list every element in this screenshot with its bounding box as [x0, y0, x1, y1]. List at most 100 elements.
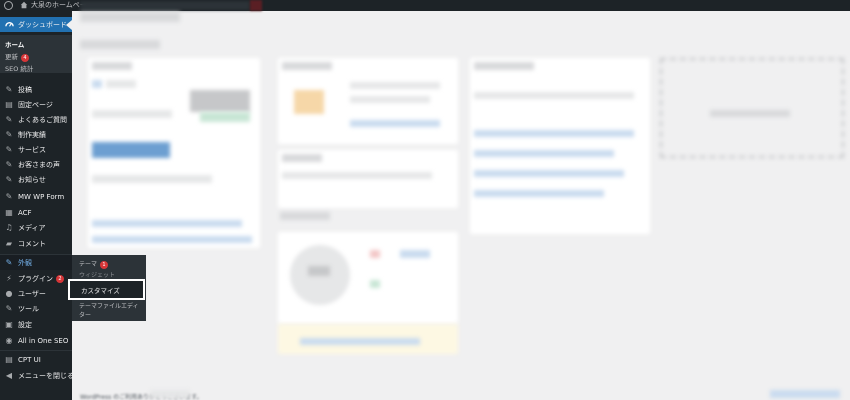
sidebar-item-users[interactable]: ● ユーザー: [0, 286, 72, 301]
blurred-chart: [308, 266, 330, 276]
blurred-link: [474, 150, 614, 157]
admin-bar: 大泉のホームペー: [0, 0, 850, 11]
pin-icon: ✎: [5, 130, 13, 139]
sidebar-item-label: All in One SEO: [18, 336, 69, 345]
blurred-text: [350, 82, 440, 89]
blurred-title: [280, 212, 330, 220]
sidebar-item-label: よくあるご質問: [18, 115, 67, 124]
sidebar-item-label: プラグイン: [18, 274, 53, 283]
sidebar-item-faq[interactable]: ✎ よくあるご質問: [0, 112, 72, 127]
sidebar-item-label: ダッシュボード: [18, 20, 67, 29]
sidebar-item-all-in-one-seo[interactable]: ◉ All in One SEO: [0, 333, 72, 348]
submenu-seo-stats[interactable]: SEO 統計: [5, 63, 33, 73]
flyout-item-label: カスタマイズ: [81, 287, 120, 295]
sidebar-item-label: 外観: [18, 258, 32, 267]
brush-icon: ✎: [5, 258, 13, 267]
seo-icon: ◉: [5, 336, 13, 345]
sidebar-item-label: お知らせ: [18, 175, 46, 184]
pin-icon: ✎: [5, 160, 13, 169]
site-name-link[interactable]: 大泉のホームペー: [31, 0, 87, 11]
flyout-item-label: ター: [79, 312, 92, 319]
blurred-image: [190, 90, 250, 112]
sidebar-item-label: コメント: [18, 239, 46, 248]
submenu-updates[interactable]: 更新 4: [5, 51, 29, 62]
sidebar-item-comments[interactable]: ▰ コメント: [0, 236, 72, 251]
pin-icon: ✎: [5, 192, 13, 201]
sidebar-item-collapse-menu[interactable]: ◀ メニューを閉じる: [0, 368, 74, 383]
sidebar-item-label: サービス: [18, 145, 46, 154]
blurred-text: [350, 96, 430, 103]
sidebar-item-cpt-ui[interactable]: ▤ CPT UI: [0, 352, 72, 367]
blurred-text: [474, 92, 634, 99]
flyout-item-theme-editor[interactable]: テーマファイルエディ ター: [79, 302, 139, 320]
blurred-link: [350, 120, 440, 127]
dashboard-icon: [4, 20, 14, 30]
blurred-link: [474, 130, 634, 137]
sidebar-item-acf[interactable]: ▦ ACF: [0, 205, 72, 220]
comment-icon: ▰: [5, 239, 13, 248]
pin-icon: ✎: [5, 175, 13, 184]
blurred-text: [282, 154, 322, 162]
sidebar-item-pages[interactable]: ▤ 固定ページ: [0, 97, 72, 112]
sidebar-item-label: ツール: [18, 304, 39, 313]
admin-bar-blurred-area: [80, 1, 250, 10]
flyout-item-themes[interactable]: テーマ 1: [79, 260, 109, 269]
sidebar-item-label: 制作実績: [18, 130, 46, 139]
page-icon: ▤: [5, 100, 13, 109]
sidebar-item-media[interactable]: ♫ メディア: [0, 220, 72, 235]
submenu-home[interactable]: ホーム: [5, 39, 24, 49]
widget-panel: [470, 58, 650, 234]
sidebar-item-news[interactable]: ✎ お知らせ: [0, 172, 72, 187]
sidebar-item-appearance[interactable]: ✎ 外観: [0, 255, 72, 270]
pin-icon: ✎: [5, 115, 13, 124]
sidebar-item-posts[interactable]: ✎ 投稿: [0, 82, 72, 97]
pin-icon: ✎: [5, 145, 13, 154]
sidebar-item-label: メディア: [18, 223, 46, 232]
admin-sidebar: ダッシュボード ホーム 更新 4 SEO 統計 ✎ 投稿 ▤ 固定ページ ✎ よく…: [0, 11, 74, 400]
sidebar-item-tools[interactable]: ✎ ツール: [0, 301, 72, 316]
sidebar-item-works[interactable]: ✎ 制作実績: [0, 127, 72, 142]
blurred-button: [92, 142, 170, 158]
blurred-link: [92, 220, 242, 227]
settings-icon: ▣: [5, 320, 13, 329]
blurred-image: [294, 90, 324, 114]
updates-count-badge: 4: [21, 54, 29, 62]
blurred-icon: [92, 80, 102, 88]
sidebar-item-label: ユーザー: [18, 289, 46, 298]
blurred-text: [150, 390, 190, 398]
sidebar-item-label: お客さまの声: [18, 160, 60, 169]
wrench-icon: ✎: [5, 304, 13, 313]
sidebar-item-label: MW WP Form: [18, 192, 65, 201]
wordpress-logo-icon[interactable]: [4, 1, 13, 10]
home-icon[interactable]: [20, 1, 28, 9]
blurred-image: [200, 112, 250, 122]
sidebar-item-label: 設定: [18, 320, 32, 329]
flyout-item-label: テーマファイルエディ: [79, 303, 139, 310]
sidebar-item-mw-wp-form[interactable]: ✎ MW WP Form: [0, 189, 72, 204]
sidebar-item-plugins[interactable]: ⚡ プラグイン 2: [0, 271, 72, 286]
media-icon: ♫: [5, 223, 13, 232]
sidebar-item-testimonials[interactable]: ✎ お客さまの声: [0, 157, 72, 172]
flyout-item-customize-highlighted[interactable]: カスタマイズ: [68, 279, 145, 300]
admin-bar-blurred-accent: [250, 0, 262, 11]
pin-icon: ✎: [5, 85, 13, 94]
themes-count-badge: 1: [100, 261, 109, 269]
blurred-legend: [370, 250, 380, 258]
active-menu-notch: [66, 20, 72, 30]
blurred-text: [282, 62, 332, 70]
plugins-count-badge: 2: [56, 274, 64, 283]
flyout-item-label: テーマ: [79, 261, 98, 268]
blurred-link: [92, 236, 252, 243]
blurred-text: [92, 110, 172, 118]
sidebar-item-settings[interactable]: ▣ 設定: [0, 317, 72, 332]
collapse-icon: ◀: [5, 371, 13, 380]
dashboard-submenu: ホーム 更新 4 SEO 統計: [0, 35, 72, 73]
plugin-icon: ⚡: [6, 274, 12, 283]
sidebar-item-services[interactable]: ✎ サービス: [0, 142, 72, 157]
sidebar-item-label: メニューを閉じる: [18, 371, 74, 380]
blurred-text: [106, 80, 136, 88]
blurred-text: [92, 175, 212, 183]
blurred-title: [80, 40, 160, 49]
menu-separator: [0, 350, 72, 351]
sidebar-item-dashboard[interactable]: ダッシュボード: [0, 17, 72, 32]
